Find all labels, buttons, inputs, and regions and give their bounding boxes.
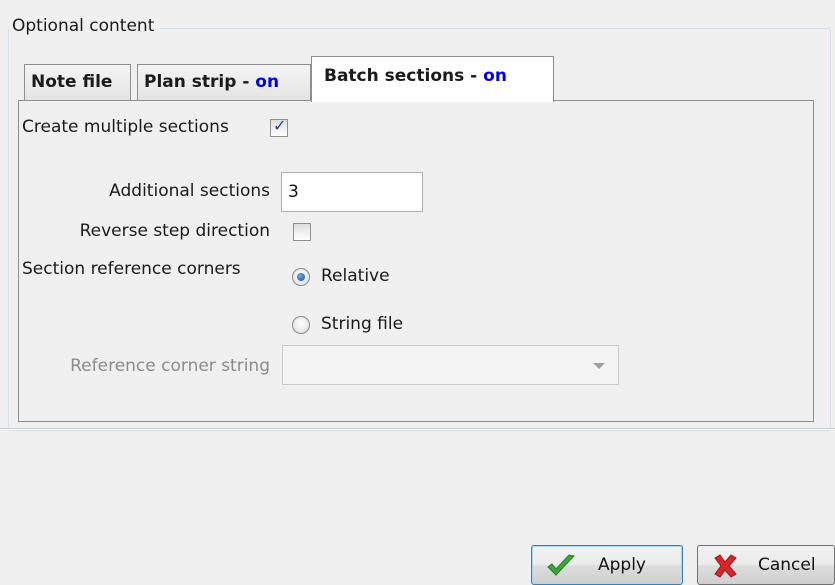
additional-sections-input[interactable] [281,172,423,212]
green-check-icon [546,554,576,583]
tab-note-file-label: Note file [31,72,113,92]
string-file-radio[interactable] [292,316,310,334]
tab-batch-sections-status: on [483,66,507,86]
relative-radio-label[interactable]: Relative [321,266,390,286]
divider [0,429,835,430]
create-multiple-sections-checkbox[interactable]: ✓ [270,116,288,137]
reverse-step-direction-checkbox[interactable] [293,223,311,241]
string-file-radio-label[interactable]: String file [321,314,403,334]
cancel-button[interactable]: Cancel [697,545,835,585]
apply-button-label: Apply [598,555,646,575]
tab-plan-strip-label: Plan strip - [144,72,256,92]
radio-selected-dot [297,273,305,281]
cancel-button-label: Cancel [758,555,816,575]
relative-radio[interactable] [292,268,310,286]
reference-corner-string-label: Reference corner string [70,356,270,376]
tab-plan-strip-status: on [255,72,280,92]
additional-sections-label: Additional sections [109,181,270,201]
create-multiple-sections-label: Create multiple sections [22,117,229,137]
tab-batch-sections-label: Batch sections - [324,66,484,86]
tab-plan-strip[interactable]: Plan strip - on [137,64,311,100]
tab-note-file[interactable]: Note file [24,64,131,100]
reverse-step-direction-label: Reverse step direction [79,221,270,241]
apply-button[interactable]: Apply [531,545,683,585]
group-title: Optional content [10,16,161,36]
chevron-down-icon [593,363,605,369]
red-x-icon [712,554,738,583]
check-icon: ✓ [273,116,287,135]
tab-batch-sections[interactable]: Batch sections - on [311,56,554,102]
section-reference-corners-label: Section reference corners [22,259,241,279]
reference-corner-string-dropdown[interactable] [282,345,619,385]
